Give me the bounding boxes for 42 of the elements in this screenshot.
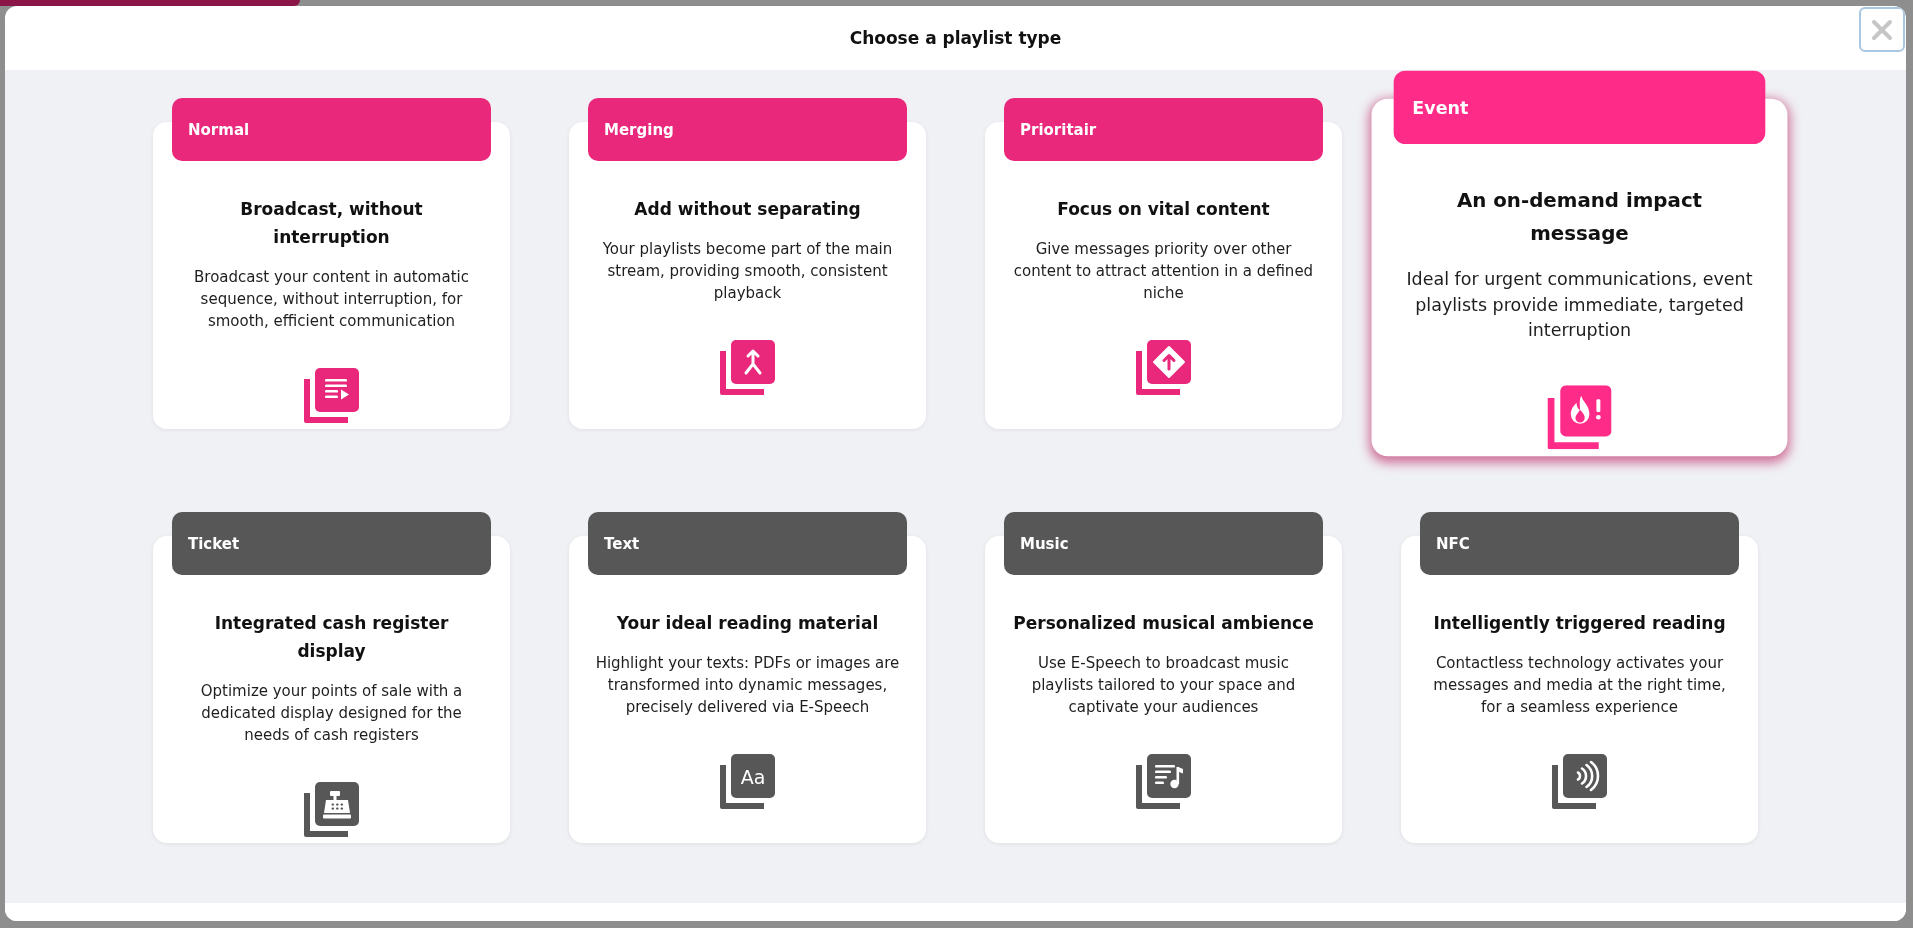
card-title: Your ideal reading material (616, 612, 879, 635)
type-header[interactable]: Prioritair (1004, 98, 1323, 161)
card-title: Integrated cash register display (213, 612, 450, 663)
dialog-title: Choose a playlist type (849, 28, 1062, 48)
type-header[interactable]: Merging (588, 98, 907, 161)
card-description: Optimize your points of sale with a dedicated display designed for the needs of cash registers (199, 681, 464, 746)
type-header[interactable]: Ticket (172, 512, 491, 575)
playlist-type-card[interactable]: Music Personalized musical ambience Use E-Speech to broadcast music playlists tailored to your space and captivate your audiences (985, 512, 1342, 843)
close-icon (1871, 18, 1893, 41)
playlist-play-icon (304, 368, 359, 423)
type-header[interactable]: NFC (1420, 512, 1739, 575)
playlist-type-card[interactable]: Prioritair Focus on vital content Give messages priority over other content to attract attention in a defined niche (985, 98, 1342, 429)
music-list-icon (1136, 754, 1191, 809)
playlist-type-card[interactable]: NFC Intelligently triggered reading Contactless technology activates your messages and media at the right time, for a seamless experience (1401, 512, 1758, 843)
card-title: An on-demand impact message (1455, 187, 1704, 247)
card-description: Broadcast your content in automatic sequence, without interruption, for smooth, efficient communication (193, 267, 470, 332)
card-description: Give messages priority over other content to attract attention in a defined niche (1012, 239, 1315, 304)
card-description: Use E-Speech to broadcast music playlists tailored to your space and captivate your audiences (1030, 653, 1297, 718)
playlist-type-card[interactable]: Ticket Integrated cash register display Optimize your points of sale with a dedicated display designed for the needs of cash registers (153, 512, 510, 843)
card-description: Contactless technology activates your messages and media at the right time, for a seamless experience (1432, 653, 1727, 718)
type-header[interactable]: Event (1393, 70, 1766, 145)
card-title: Personalized musical ambience (1013, 612, 1314, 635)
playlist-type-card[interactable]: Normal Broadcast, without interruption Broadcast your content in automatic sequence, without interruption, for smooth, efficient communication (153, 98, 510, 429)
card-title: Broadcast, without interruption (239, 198, 424, 249)
card-title: Focus on vital content (1057, 198, 1270, 221)
playlist-type-card[interactable]: Merging Add without separating Your playlists become part of the main stream, providing smooth, consistent playback (569, 98, 926, 429)
card-title: Add without separating (634, 198, 861, 221)
playlist-type-card[interactable]: Text Your ideal reading material Highlight your texts: PDFs or images are transformed into dynamic messages, precisely delivered via E-Speech Aa (569, 512, 926, 843)
playlist-type-card[interactable]: Event An on-demand impact message Ideal for urgent communications, event playlists provide immediate, targeted interruption (1371, 70, 1788, 457)
contactless-icon (1552, 754, 1607, 809)
card-description: Ideal for urgent communications, event playlists provide immediate, targeted interruption (1405, 267, 1754, 343)
type-header[interactable]: Normal (172, 98, 491, 161)
diamond-arrow-icon (1136, 340, 1191, 395)
flame-alert-icon (1547, 385, 1612, 450)
cash-register-icon (304, 782, 359, 837)
card-description: Your playlists become part of the main stream, providing smooth, consistent playback (601, 239, 894, 304)
card-description: Highlight your texts: PDFs or images are transformed into dynamic messages, precisely delivered via E-Speech (595, 653, 900, 718)
close-button[interactable] (1859, 7, 1905, 52)
card-title: Intelligently triggered reading (1433, 612, 1726, 635)
type-header[interactable]: Music (1004, 512, 1323, 575)
merge-arrow-icon (720, 340, 775, 395)
type-header[interactable]: Text (588, 512, 907, 575)
